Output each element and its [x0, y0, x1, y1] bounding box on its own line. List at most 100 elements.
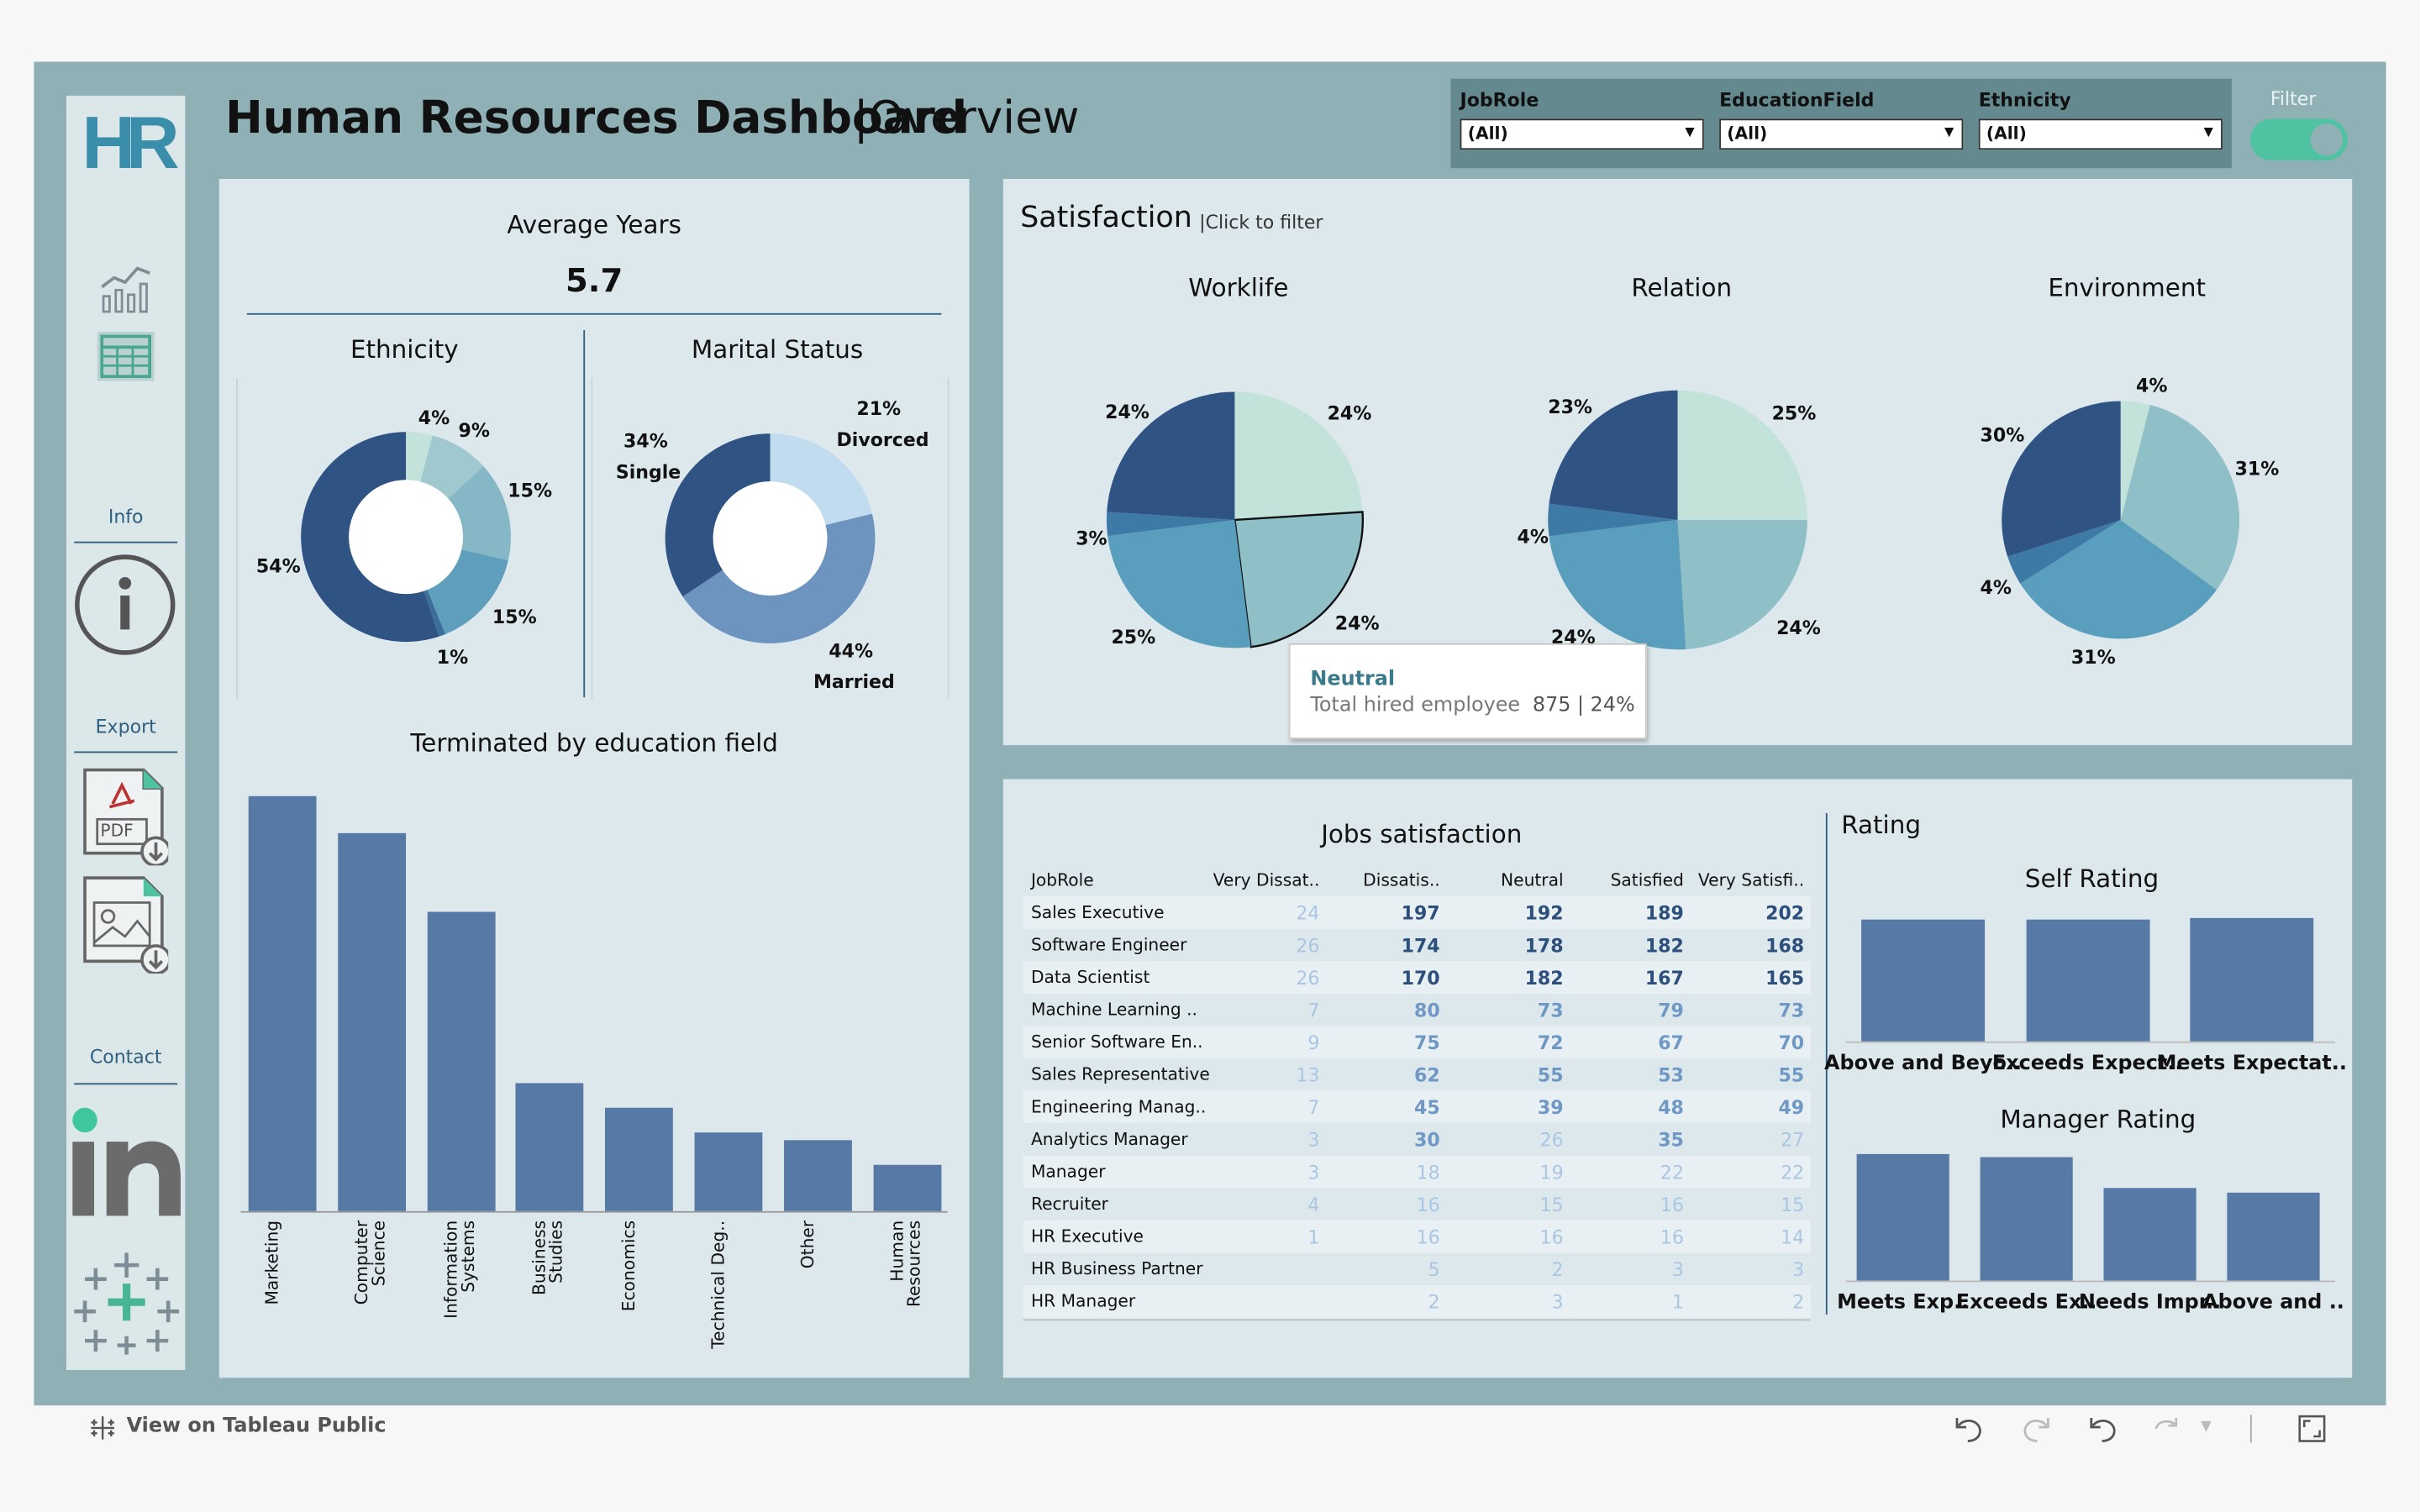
- worklife-label: 24%: [1327, 402, 1372, 425]
- terminated-bar[interactable]: [872, 1165, 941, 1211]
- export-divider: [74, 751, 178, 753]
- terminated-title: Terminated by education field: [410, 727, 778, 758]
- marital-hole: [713, 481, 828, 596]
- table-cell: 167: [1644, 967, 1684, 990]
- filter-toggle-label: Filter: [2270, 87, 2317, 110]
- worklife-label: 24%: [1105, 401, 1150, 423]
- tableau-small-icon: [91, 1416, 114, 1440]
- column-header[interactable]: JobRole: [1031, 870, 1094, 890]
- relation-label: 24%: [1776, 617, 1821, 639]
- table-cell: Data Scientist: [1030, 967, 1150, 988]
- table-cell: 80: [1413, 1000, 1440, 1021]
- table-cell: 1: [1671, 1291, 1684, 1314]
- table-cell: 3: [1671, 1258, 1684, 1281]
- column-header[interactable]: Satisfied: [1611, 870, 1684, 890]
- self-rating-bar[interactable]: [2190, 917, 2314, 1042]
- info-section-label: Info: [108, 506, 144, 528]
- table-row[interactable]: Software Engineer 26 174 178 182 168: [1023, 929, 1811, 962]
- table-cell: HR Business Partner: [1030, 1258, 1203, 1279]
- terminated-bar[interactable]: [248, 795, 317, 1211]
- table-row[interactable]: Sales Representative 13 62 55 53 55: [1023, 1058, 1811, 1091]
- manager-rating-bar[interactable]: [2103, 1188, 2196, 1281]
- column-header[interactable]: Dissatis..: [1363, 870, 1440, 890]
- redo-icon[interactable]: [2018, 1413, 2052, 1444]
- table-icon[interactable]: [97, 331, 155, 381]
- terminated-bar[interactable]: [337, 833, 406, 1211]
- tableau-icon[interactable]: [72, 1247, 181, 1355]
- manager-rating-label: Needs Impr..: [2078, 1291, 2222, 1315]
- relation-pie[interactable]: [1539, 384, 1817, 662]
- table-cell: 16: [1416, 1226, 1440, 1248]
- terminated-bar[interactable]: [516, 1082, 585, 1211]
- pdf-download-icon[interactable]: PDF: [82, 767, 169, 866]
- table-cell: Machine Learning ..: [1030, 1000, 1197, 1021]
- table-row[interactable]: Analytics Manager 3 30 26 35 27: [1023, 1123, 1811, 1156]
- table-cell: 75: [1413, 1032, 1440, 1054]
- table-cell: 2: [1428, 1291, 1440, 1314]
- table-cell: Sales Representative: [1030, 1064, 1210, 1085]
- table-cell: 70: [1778, 1032, 1805, 1054]
- ethnicity-title: Ethnicity: [350, 334, 459, 365]
- table-row[interactable]: HR Business Partner 5 2 3 3: [1023, 1252, 1811, 1285]
- revert-icon[interactable]: [2086, 1413, 2120, 1444]
- chart-icon[interactable]: [99, 260, 155, 315]
- worklife-label: 25%: [1111, 626, 1156, 648]
- table-cell: 7: [1307, 1096, 1320, 1119]
- table-row[interactable]: HR Executive 1 16 16 16 14: [1023, 1220, 1811, 1253]
- table-row[interactable]: HR Manager 2 3 1 2: [1023, 1285, 1811, 1318]
- table-row[interactable]: Senior Software En.. 9 75 72 67 70: [1023, 1026, 1811, 1058]
- column-header[interactable]: Very Dissat..: [1213, 870, 1320, 890]
- footer-toolbar: View on Tableau Public ▼: [0, 1405, 2420, 1512]
- table-cell: 16: [1416, 1194, 1440, 1216]
- table-cell: 72: [1537, 1032, 1564, 1054]
- info-icon[interactable]: [74, 554, 176, 655]
- table-row[interactable]: Manager 3 18 19 22 22: [1023, 1155, 1811, 1189]
- table-row[interactable]: Engineering Manag.. 7 45 39 48 49: [1023, 1090, 1811, 1124]
- jobrole-filter-select[interactable]: (All) ▼: [1460, 118, 1704, 150]
- table-cell: 39: [1537, 1096, 1564, 1119]
- terminated-bar[interactable]: [694, 1131, 763, 1211]
- page-subtitle: |Overview: [853, 91, 1080, 144]
- table-cell: 189: [1644, 902, 1684, 925]
- table-row[interactable]: Sales Executive 24 197 192 189 202: [1023, 896, 1811, 929]
- environment-label: 4%: [1980, 576, 2012, 599]
- filter-label-jobrole: JobRole: [1460, 89, 1539, 112]
- table-cell: 22: [1781, 1162, 1805, 1184]
- self-rating-bar[interactable]: [1861, 919, 1986, 1042]
- image-download-icon[interactable]: [82, 874, 169, 974]
- table-cell: HR Executive: [1030, 1226, 1144, 1247]
- marital-title: Marital Status: [691, 334, 864, 365]
- tooltip-value: 875 | 24%: [1532, 694, 1635, 718]
- table-cell: 3: [1307, 1129, 1320, 1152]
- terminated-bar[interactable]: [605, 1107, 674, 1211]
- undo-icon[interactable]: [1952, 1413, 1986, 1444]
- self-rating-bar[interactable]: [2025, 919, 2149, 1042]
- terminated-bar[interactable]: [427, 912, 495, 1211]
- tooltip-title: Neutral: [1310, 668, 1396, 691]
- manager-rating-bar[interactable]: [1856, 1153, 1949, 1281]
- terminated-bar[interactable]: [783, 1140, 852, 1211]
- table-row[interactable]: Data Scientist 26 170 182 167 165: [1023, 961, 1811, 994]
- satisfaction-hint[interactable]: |Click to filter: [1199, 212, 1323, 234]
- table-row[interactable]: Recruiter 4 16 15 16 15: [1023, 1188, 1811, 1221]
- education-filter-select[interactable]: (All) ▼: [1719, 118, 1964, 150]
- refresh-icon[interactable]: [2150, 1413, 2184, 1444]
- manager-rating-bar[interactable]: [2227, 1192, 2320, 1281]
- self-rating-label: Exceeds Expect..: [1991, 1052, 2183, 1076]
- chevron-down-icon[interactable]: ▼: [2201, 1420, 2212, 1435]
- manager-rating-bar[interactable]: [1980, 1156, 2073, 1281]
- table-cell: 182: [1524, 967, 1564, 990]
- table-cell: 5: [1428, 1258, 1440, 1281]
- table-cell: 165: [1765, 967, 1805, 990]
- table-row[interactable]: Machine Learning .. 7 80 73 79 73: [1023, 994, 1811, 1026]
- linkedin-icon[interactable]: [70, 1101, 184, 1221]
- column-header[interactable]: Very Satisfi..: [1698, 870, 1804, 890]
- view-on-tableau-link[interactable]: View on Tableau Public: [127, 1415, 387, 1438]
- terminated-axis: [240, 1210, 948, 1213]
- column-header[interactable]: Neutral: [1501, 870, 1564, 890]
- table-cell: 26: [1296, 967, 1320, 990]
- ethnicity-filter-select[interactable]: (All) ▼: [1978, 118, 2223, 150]
- fullscreen-icon[interactable]: [2298, 1415, 2326, 1442]
- environment-pie[interactable]: [1996, 395, 2246, 645]
- filter-toggle[interactable]: [2249, 118, 2348, 161]
